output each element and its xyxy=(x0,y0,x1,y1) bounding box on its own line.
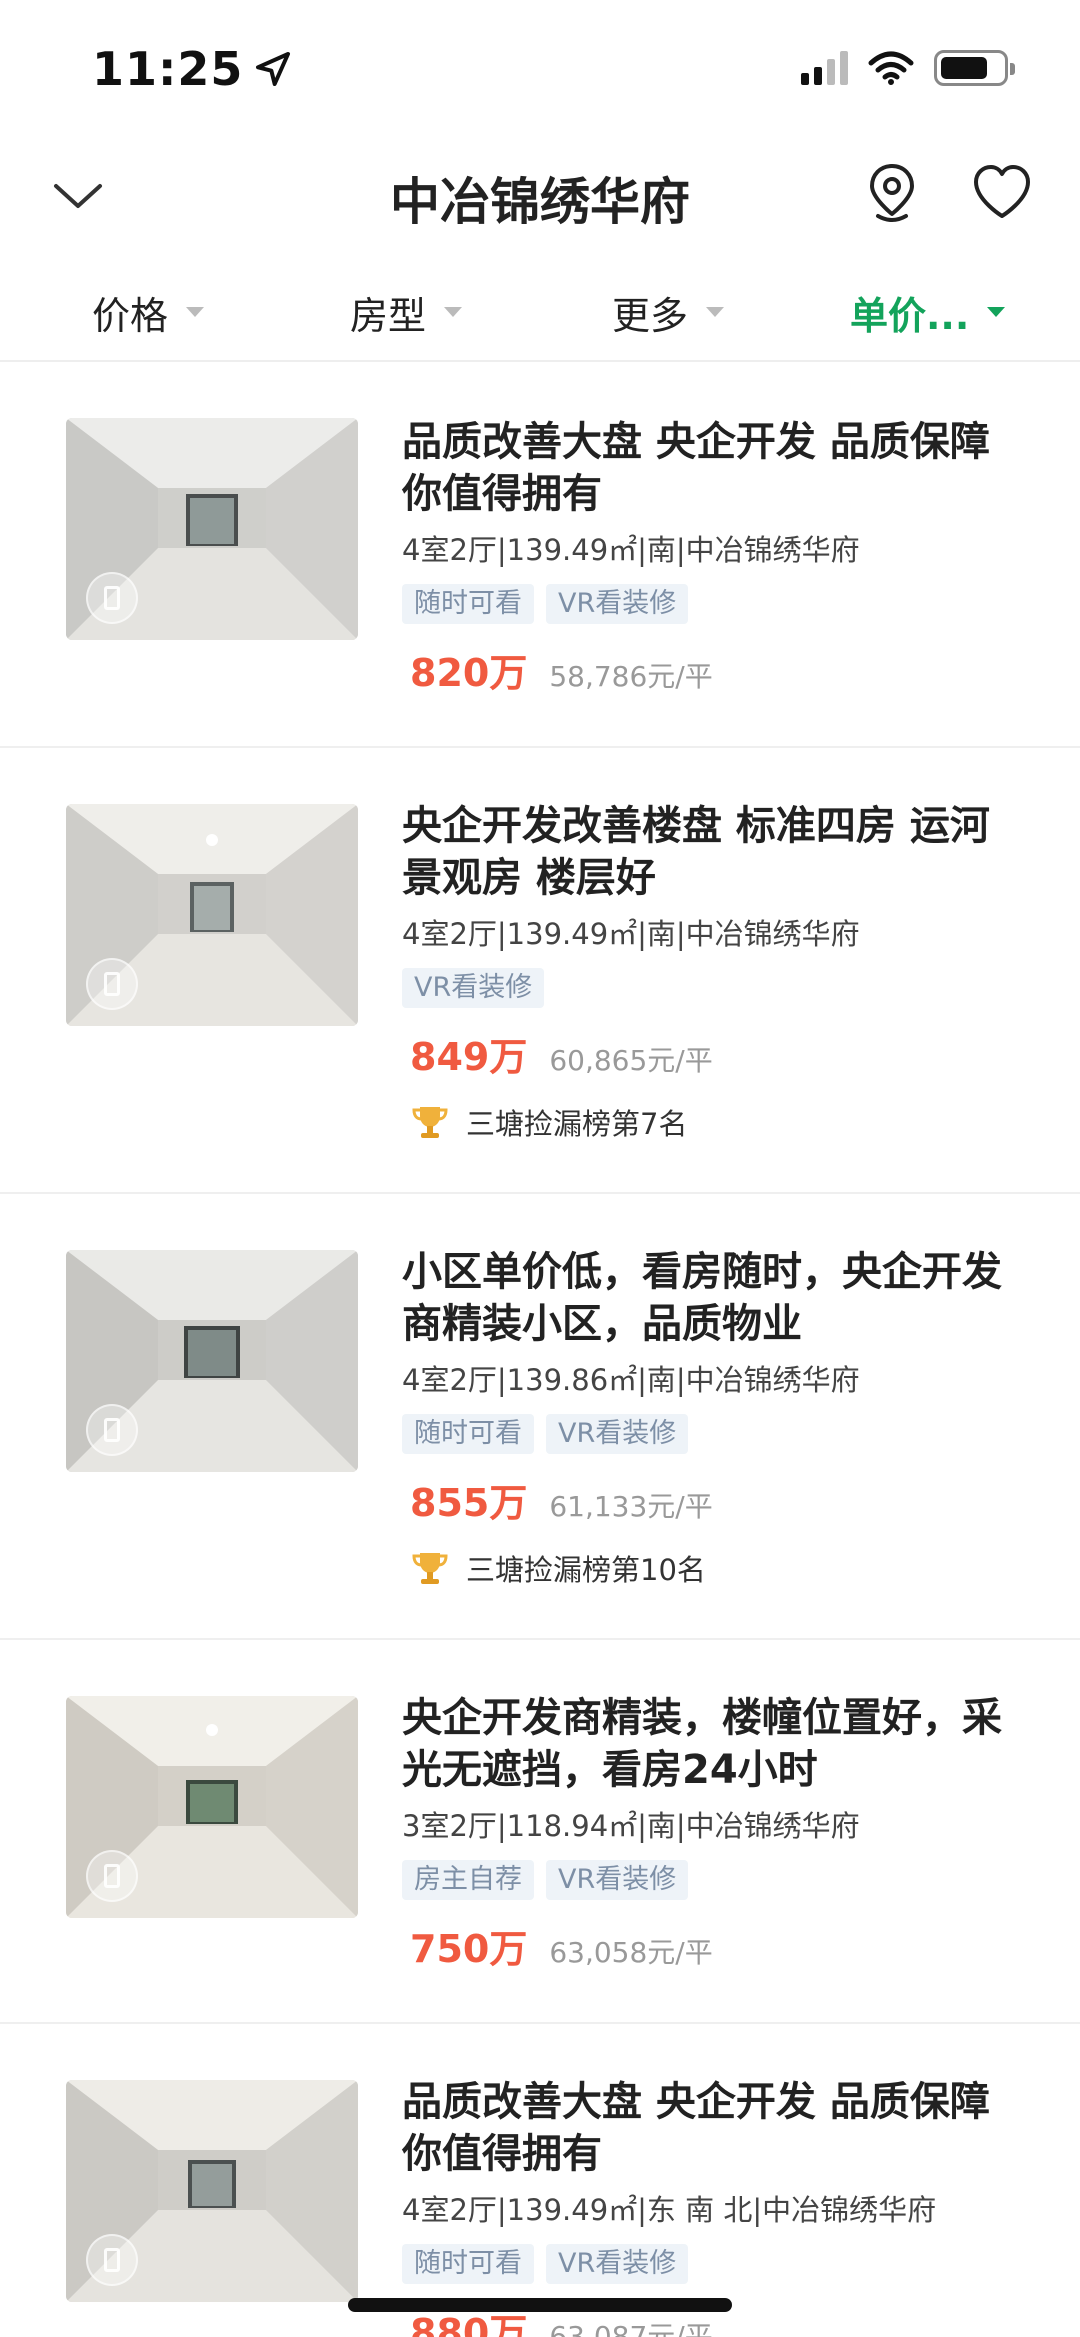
status-icons xyxy=(801,50,1015,86)
caret-down-icon xyxy=(444,307,463,317)
listing-price: 820万 xyxy=(410,651,528,695)
trophy-icon xyxy=(412,1107,448,1138)
listing-meta: 4室2厅|139.86㎡|南|中冶锦绣华府 xyxy=(402,1363,860,1397)
listing-photo[interactable] xyxy=(66,2080,358,2302)
cellular-signal-icon xyxy=(801,51,848,85)
listing-title: 央企开发商精装，楼幢位置好，采光无遮挡，看房24小时 xyxy=(402,1695,1002,1793)
tag: VR看装修 xyxy=(402,968,545,1008)
tag: 房主自荐 xyxy=(402,1860,534,1900)
status-bar: 11:25 xyxy=(0,0,1080,140)
status-time: 11:25 xyxy=(92,42,293,96)
price-row: 855万 61,133元/平 xyxy=(402,1472,1016,1527)
listing-unit-price: 63,058元/平 xyxy=(549,1936,713,1969)
rank-badge[interactable]: 三塘捡漏榜第7名 xyxy=(410,1101,1016,1143)
listing-item[interactable]: 品质改善大盘 央企开发 品质保障 你值得拥有 4室2厅|139.49㎡|南|中冶… xyxy=(0,364,1080,748)
listing-info: 小区单价低，看房随时，央企开发商精装小区，品质物业 4室2厅|139.86㎡|南… xyxy=(402,1246,1016,1589)
caret-down-icon xyxy=(987,307,1006,317)
battery-icon xyxy=(934,50,1015,86)
listing-tags: 随时可看 VR看装修 xyxy=(402,1414,1016,1454)
tag: 随时可看 xyxy=(402,1414,534,1454)
listing-info: 央企开发商精装，楼幢位置好，采光无遮挡，看房24小时 3室2厅|118.94㎡|… xyxy=(402,1692,1016,1973)
status-time-text: 11:25 xyxy=(92,42,244,96)
filter-label: 更多 xyxy=(612,293,689,338)
rank-badge[interactable]: 三塘捡漏榜第10名 xyxy=(410,1547,1016,1589)
listing-item[interactable]: 品质改善大盘 央企开发 品质保障 你值得拥有 4室2厅|139.49㎡|东 南 … xyxy=(0,2024,1080,2337)
trophy-icon xyxy=(412,1553,448,1584)
listing-unit-price: 60,865元/平 xyxy=(549,1044,713,1077)
wifi-icon xyxy=(868,51,914,85)
rank-text: 三塘捡漏榜第10名 xyxy=(466,1553,706,1587)
filter-label: 房型 xyxy=(350,293,427,338)
price-row: 750万 63,058元/平 xyxy=(402,1918,1016,1973)
filter-layout[interactable]: 房型 xyxy=(350,262,463,362)
filter-label: 单价... xyxy=(850,293,970,338)
tag: VR看装修 xyxy=(546,584,689,624)
listing-photo[interactable] xyxy=(66,418,358,640)
tag: 随时可看 xyxy=(402,2244,534,2284)
listing-meta: 4室2厅|139.49㎡|南|中冶锦绣华府 xyxy=(402,533,860,567)
home-indicator[interactable] xyxy=(348,2298,732,2312)
map-pin-icon[interactable] xyxy=(862,160,922,226)
listing-meta: 4室2厅|139.49㎡|南|中冶锦绣华府 xyxy=(402,917,860,951)
vr-icon xyxy=(86,1404,138,1456)
nav-bar: 中冶锦绣华府 xyxy=(0,140,1080,250)
rank-text: 三塘捡漏榜第7名 xyxy=(466,1107,688,1141)
listing-item[interactable]: 央企开发改善楼盘 标准四房 运河景观房 楼层好 4室2厅|139.49㎡|南|中… xyxy=(0,748,1080,1194)
filter-more[interactable]: 更多 xyxy=(612,262,725,362)
listing-list: 品质改善大盘 央企开发 品质保障 你值得拥有 4室2厅|139.49㎡|南|中冶… xyxy=(0,364,1080,2337)
tag: VR看装修 xyxy=(546,1860,689,1900)
listing-tags: 随时可看 VR看装修 xyxy=(402,2244,1016,2284)
listing-title: 品质改善大盘 央企开发 品质保障 你值得拥有 xyxy=(402,2079,990,2177)
tag: VR看装修 xyxy=(546,2244,689,2284)
filter-label: 价格 xyxy=(92,293,169,338)
vr-icon xyxy=(86,1850,138,1902)
price-row: 849万 60,865元/平 xyxy=(402,1026,1016,1081)
vr-icon xyxy=(86,958,138,1010)
location-arrow-icon xyxy=(256,52,291,86)
filter-price[interactable]: 价格 xyxy=(92,262,205,362)
listing-tags: VR看装修 xyxy=(402,968,1016,1008)
listing-price: 855万 xyxy=(410,1481,528,1525)
vr-icon xyxy=(86,2234,138,2286)
listing-price: 750万 xyxy=(410,1927,528,1971)
filter-bar: 价格 房型 更多 单价... xyxy=(0,262,1080,362)
listing-photo[interactable] xyxy=(66,804,358,1026)
listing-meta: 3室2厅|118.94㎡|南|中冶锦绣华府 xyxy=(402,1809,860,1843)
listing-item[interactable]: 小区单价低，看房随时，央企开发商精装小区，品质物业 4室2厅|139.86㎡|南… xyxy=(0,1194,1080,1640)
price-row: 820万 58,786元/平 xyxy=(402,642,1016,697)
heart-icon[interactable] xyxy=(970,162,1034,222)
listing-meta: 4室2厅|139.49㎡|东 南 北|中冶锦绣华府 xyxy=(402,2193,937,2227)
listing-tags: 房主自荐 VR看装修 xyxy=(402,1860,1016,1900)
listing-info: 品质改善大盘 央企开发 品质保障 你值得拥有 4室2厅|139.49㎡|南|中冶… xyxy=(402,416,1016,697)
vr-icon xyxy=(86,572,138,624)
listing-title: 央企开发改善楼盘 标准四房 运河景观房 楼层好 xyxy=(402,803,990,901)
caret-down-icon xyxy=(706,307,725,317)
listing-title: 品质改善大盘 央企开发 品质保障 你值得拥有 xyxy=(402,419,990,517)
listing-unit-price: 58,786元/平 xyxy=(549,660,713,693)
listing-photo[interactable] xyxy=(66,1250,358,1472)
listing-title: 小区单价低，看房随时，央企开发商精装小区，品质物业 xyxy=(402,1249,1002,1347)
filter-unit-price[interactable]: 单价... xyxy=(850,262,1006,362)
tag: VR看装修 xyxy=(546,1414,689,1454)
listing-tags: 随时可看 VR看装修 xyxy=(402,584,1016,624)
tag: 随时可看 xyxy=(402,584,534,624)
listing-item[interactable]: 央企开发商精装，楼幢位置好，采光无遮挡，看房24小时 3室2厅|118.94㎡|… xyxy=(0,1640,1080,2024)
listing-unit-price: 61,133元/平 xyxy=(549,1490,713,1523)
caret-down-icon xyxy=(186,307,205,317)
listing-info: 央企开发改善楼盘 标准四房 运河景观房 楼层好 4室2厅|139.49㎡|南|中… xyxy=(402,800,1016,1143)
listing-photo[interactable] xyxy=(66,1696,358,1918)
listing-unit-price: 63,087元/平 xyxy=(549,2320,713,2337)
listing-price: 849万 xyxy=(410,1035,528,1079)
